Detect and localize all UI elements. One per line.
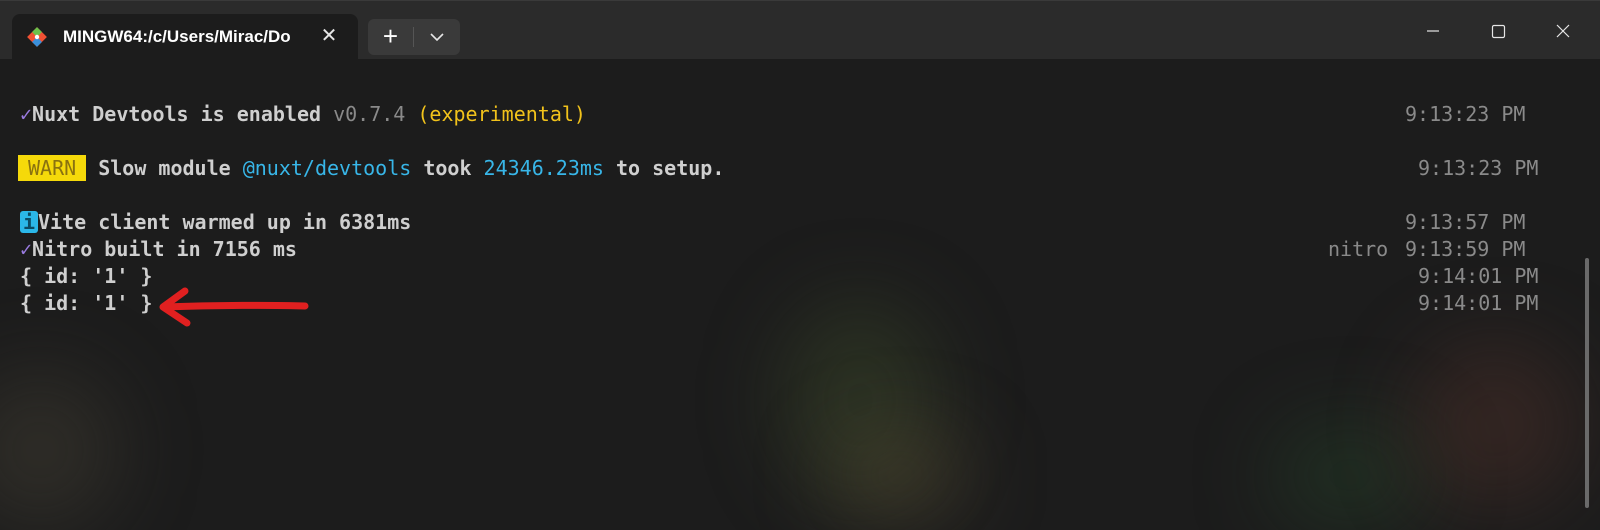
minimize-icon xyxy=(1427,30,1439,32)
log-text: Vite client warmed up in 6381ms xyxy=(38,210,412,234)
warn-badge: WARN xyxy=(18,155,87,181)
experimental-tag: (experimental) xyxy=(405,102,586,126)
timestamp: 9:13:57 PM xyxy=(1405,210,1526,234)
tab-close-button[interactable]: ✕ xyxy=(317,24,341,48)
maximize-button[interactable] xyxy=(1475,15,1521,47)
timestamp: 9:14:01 PM xyxy=(1418,264,1539,288)
nitro-tag: nitro xyxy=(1328,237,1389,261)
terminal-output[interactable]: ✓Nuxt Devtools is enabled v0.7.4 (experi… xyxy=(0,58,1600,530)
timestamp: 9:14:01 PM xyxy=(1418,291,1539,315)
log-line-devtools: ✓Nuxt Devtools is enabled v0.7.4 (experi… xyxy=(20,100,586,128)
log-line-vite: i Vite client warmed up in 6381ms xyxy=(20,208,411,236)
tab-dropdown-button[interactable] xyxy=(414,19,460,55)
scrollbar[interactable] xyxy=(1585,258,1589,508)
checkmark-icon: ✓ xyxy=(20,102,33,126)
close-window-button[interactable] xyxy=(1540,15,1586,47)
log-text: Slow module xyxy=(86,156,243,180)
timestamp: 9:13:23 PM xyxy=(1418,156,1539,180)
log-line-warn: WARN Slow module @nuxt/devtools took 243… xyxy=(18,154,724,182)
checkmark-icon: ✓ xyxy=(20,237,33,261)
log-text: took xyxy=(411,156,484,180)
log-line-object: { id: '1' } xyxy=(20,264,153,288)
timestamp: 9:13:59 PM xyxy=(1405,237,1526,261)
minimize-button[interactable] xyxy=(1410,15,1456,47)
log-text: Nitro built in 7156 ms xyxy=(32,237,297,261)
log-text: Nuxt Devtools is enabled xyxy=(32,102,334,126)
red-arrow-annotation xyxy=(159,287,309,327)
tab-mingw64[interactable]: MINGW64:/c/Users/Mirac/Do ✕ xyxy=(12,14,358,59)
new-tab-button[interactable]: + xyxy=(368,19,413,55)
duration-text: 24346.23ms xyxy=(483,156,604,180)
tab-title: MINGW64:/c/Users/Mirac/Do xyxy=(63,27,291,46)
terminal-window: MINGW64:/c/Users/Mirac/Do ✕ + ✓Nuxt Devt… xyxy=(0,0,1600,530)
log-line-nitro: ✓Nitro built in 7156 ms xyxy=(20,235,297,263)
log-line-object: { id: '1' } xyxy=(20,291,153,315)
close-icon xyxy=(1556,24,1570,38)
new-tab-group: + xyxy=(368,19,460,55)
info-icon: i xyxy=(20,211,38,233)
title-bar: MINGW64:/c/Users/Mirac/Do ✕ + xyxy=(0,0,1600,59)
maximize-icon xyxy=(1491,24,1506,39)
timestamp: 9:13:23 PM xyxy=(1405,102,1526,126)
version-text: v0.7.4 xyxy=(333,102,406,126)
log-text: to setup. xyxy=(603,156,725,180)
git-bash-icon xyxy=(27,27,47,47)
module-name: @nuxt/devtools xyxy=(242,156,412,180)
chevron-down-icon xyxy=(430,33,444,42)
